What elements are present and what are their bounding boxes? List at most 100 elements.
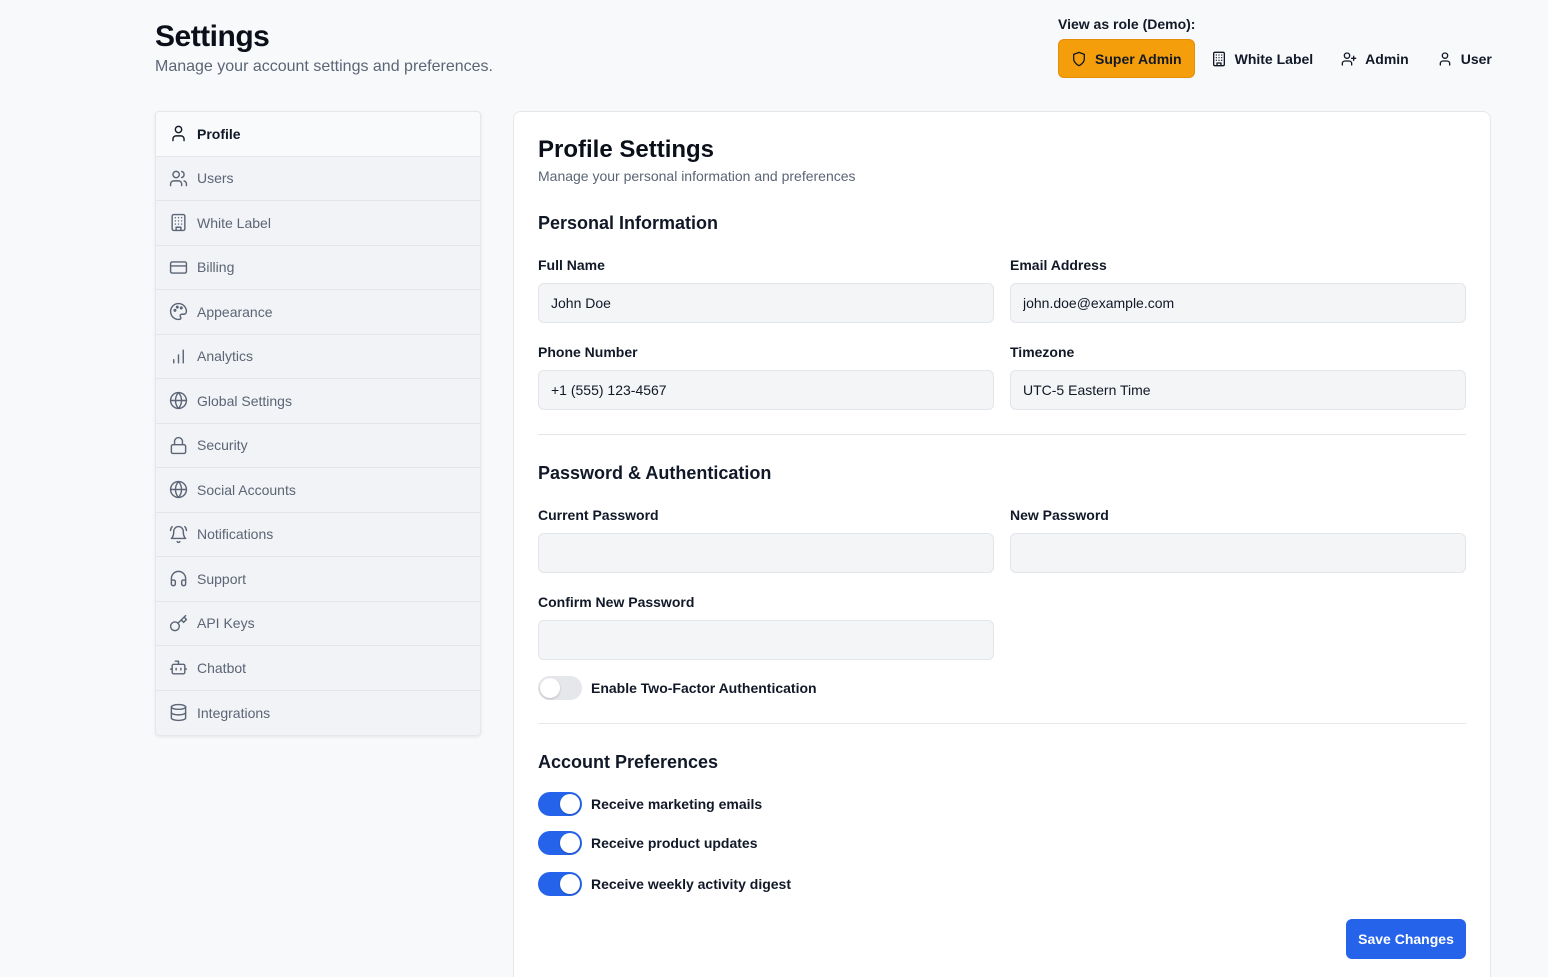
email-label: Email Address [1010,257,1107,273]
role-admin-button[interactable]: Admin [1329,39,1421,78]
role-white-label-button[interactable]: White Label [1199,39,1326,78]
role-switcher: View as role (Demo): Super Admin White L… [1058,16,1504,78]
panel-title: Profile Settings [538,136,715,163]
globe-icon [169,392,188,410]
page-title: Settings [155,20,270,53]
sidebar-item-global-settings[interactable]: Global Settings [156,379,480,424]
phone-input[interactable] [538,370,994,410]
sidebar-item-label: Appearance [197,303,273,320]
role-label: Super Admin [1095,50,1182,67]
password-auth-heading: Password & Authentication [538,463,772,483]
personal-information-heading: Personal Information [538,213,719,233]
role-user-button[interactable]: User [1425,39,1504,78]
marketing-emails-label: Receive marketing emails [591,796,763,812]
role-label: White Label [1234,50,1314,67]
role-label: User [1460,50,1492,67]
building-icon [1212,51,1225,66]
bell-icon [169,525,188,543]
sidebar-item-profile[interactable]: Profile [156,112,480,157]
product-updates-label: Receive product updates [591,835,758,851]
profile-settings-panel: Profile Settings Manage your personal in… [513,111,1491,977]
building-icon [171,214,186,232]
timezone-label: Timezone [1010,344,1075,360]
product-updates-toggle[interactable] [538,831,582,855]
role-switcher-label: View as role (Demo): [1058,16,1196,32]
sidebar-item-label: Analytics [197,348,254,365]
phone-label: Phone Number [538,344,638,360]
weekly-digest-label: Receive weekly activity digest [591,876,791,892]
user-plus-icon [1341,51,1357,66]
sidebar-item-label: Chatbot [197,659,247,676]
confirm-password-input[interactable] [538,620,994,660]
sidebar-item-label: Security [197,437,248,454]
sidebar-item-chatbot[interactable]: Chatbot [156,646,480,691]
product-updates-row: Receive product updates [538,831,758,855]
sidebar-item-label: Integrations [197,704,271,721]
settings-page: Settings Manage your account settings an… [0,0,1548,977]
toggle-knob [560,874,580,894]
sidebar-item-label: Global Settings [197,392,292,409]
sidebar-item-integrations[interactable]: Integrations [156,691,480,736]
sidebar-item-label: Social Accounts [197,481,296,498]
current-password-input[interactable] [538,533,994,573]
users-icon [169,170,188,187]
marketing-emails-row: Receive marketing emails [538,792,762,816]
weekly-digest-toggle[interactable] [538,872,582,896]
sidebar-item-label: White Label [197,214,271,231]
two-factor-toggle[interactable] [538,676,582,700]
email-input[interactable] [1010,283,1466,323]
settings-sidebar: Profile Users White Label Billing Appear… [155,111,481,736]
sidebar-item-white-label[interactable]: White Label [156,201,480,246]
sidebar-item-label: Users [197,170,234,187]
sidebar-item-billing[interactable]: Billing [156,246,480,290]
user-icon [1439,51,1451,66]
toggle-knob [560,833,580,853]
sidebar-item-label: Billing [197,259,235,276]
headphones-icon [170,570,187,587]
weekly-digest-row: Receive weekly activity digest [538,872,791,896]
sidebar-item-api-keys[interactable]: API Keys [156,602,480,646]
new-password-label: New Password [1010,507,1109,523]
database-icon [170,704,187,722]
sidebar-item-label: Notifications [197,526,274,543]
palette-icon [169,303,188,321]
role-options: Super Admin White Label Admin User [1058,39,1504,78]
full-name-label: Full Name [538,257,605,273]
globe-icon [169,481,188,499]
two-factor-row: Enable Two-Factor Authentication [538,676,817,700]
sidebar-item-label: API Keys [197,615,255,632]
shield-icon [1073,51,1085,66]
bot-icon [169,660,188,675]
panel-subtitle: Manage your personal information and pre… [538,168,856,184]
confirm-password-label: Confirm New Password [538,594,695,610]
sidebar-item-label: Profile [197,125,241,142]
sidebar-item-security[interactable]: Security [156,424,480,468]
new-password-input[interactable] [1010,533,1466,573]
lock-icon [170,436,187,454]
two-factor-label: Enable Two-Factor Authentication [591,680,817,696]
sidebar-item-label: Support [197,570,247,587]
sidebar-item-social-accounts[interactable]: Social Accounts [156,468,480,513]
marketing-emails-toggle[interactable] [538,792,582,816]
full-name-input[interactable] [538,283,994,323]
save-changes-button[interactable]: Save Changes [1346,919,1466,959]
account-preferences-heading: Account Preferences [538,752,719,772]
sidebar-item-support[interactable]: Support [156,557,480,602]
role-label: Admin [1365,50,1409,67]
section-divider [538,434,1466,435]
key-icon [169,614,188,632]
current-password-label: Current Password [538,507,659,523]
sidebar-item-notifications[interactable]: Notifications [156,513,480,557]
toggle-knob [560,794,580,814]
page-subtitle: Manage your account settings and prefere… [155,58,493,75]
bar-chart-icon [173,349,184,364]
user-icon [172,125,185,142]
section-divider [538,723,1466,724]
toggle-knob [540,678,560,698]
role-super-admin-button[interactable]: Super Admin [1058,39,1195,78]
sidebar-item-analytics[interactable]: Analytics [156,335,480,379]
sidebar-item-users[interactable]: Users [156,157,480,201]
sidebar-item-appearance[interactable]: Appearance [156,290,480,335]
timezone-input[interactable] [1010,370,1466,410]
credit-card-icon [169,260,188,274]
